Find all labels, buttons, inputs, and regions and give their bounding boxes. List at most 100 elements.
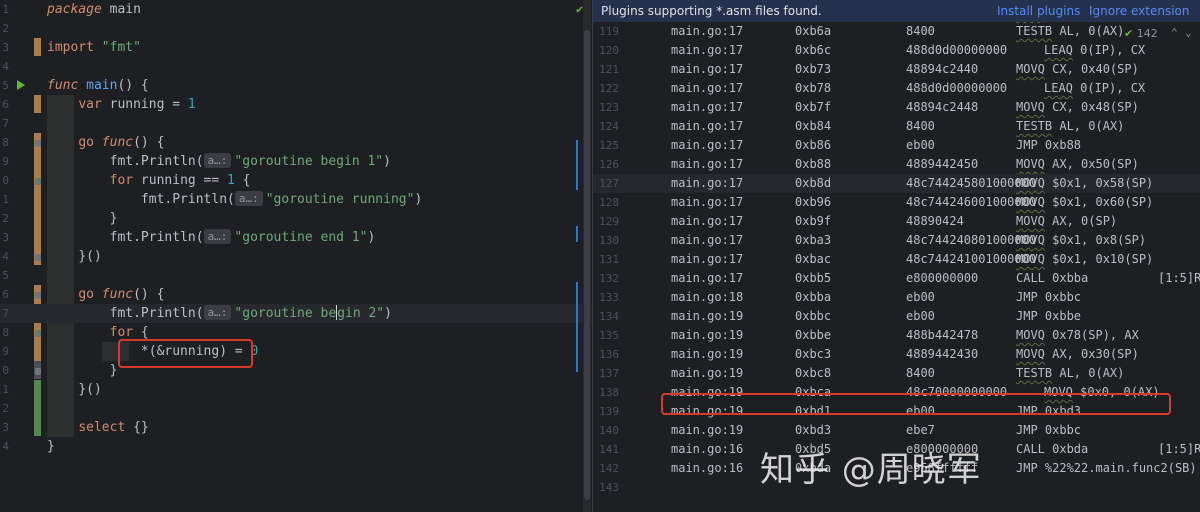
line-number[interactable]: 1	[0, 380, 9, 399]
line-number[interactable]: 120	[593, 41, 619, 60]
ignore-extension-link[interactable]: Ignore extension	[1089, 0, 1189, 22]
line-number[interactable]: 129	[593, 212, 619, 231]
go-editor-pane[interactable]: 1 package main 2 3 import "fmt" 4 5 func main()…	[0, 0, 592, 512]
code-line[interactable]: 4	[0, 57, 592, 76]
asm-row[interactable]: 127 main.go:17 0xb8d 48c744245801000000 MOVQ…	[593, 174, 1200, 193]
line-number[interactable]: 8	[0, 323, 9, 342]
line-number[interactable]: 125	[593, 136, 619, 155]
code-text[interactable]: go func() {	[47, 133, 164, 152]
editor-scrollbar[interactable]	[583, 0, 591, 512]
asm-row[interactable]: 129 main.go:17 0xb9f 48890424 MOVQ AX, 0(SP)	[593, 212, 1200, 231]
code-text[interactable]: }()	[47, 247, 101, 266]
inspection-count[interactable]: ✔ 142	[1124, 27, 1158, 40]
line-number[interactable]: 2	[0, 399, 9, 418]
code-text[interactable]: fmt.Println(a…: "goroutine running")	[47, 190, 422, 209]
code-text[interactable]: }	[47, 209, 118, 228]
asm-row[interactable]: 128 main.go:17 0xb96 48c744246001000000 MOVQ…	[593, 193, 1200, 212]
line-number[interactable]: 134	[593, 307, 619, 326]
line-number[interactable]: 138	[593, 383, 619, 402]
code-line[interactable]: 9 *(&running) = 0	[0, 342, 592, 361]
line-number[interactable]: 5	[0, 266, 9, 285]
line-number[interactable]: 137	[593, 364, 619, 383]
line-number[interactable]: 141	[593, 440, 619, 459]
asm-row[interactable]: 123 main.go:17 0xb7f 48894c2448 MOVQ CX, 0x4…	[593, 98, 1200, 117]
code-text[interactable]: package main	[47, 0, 141, 19]
code-line[interactable]: 5 func main() {	[0, 76, 592, 95]
line-number[interactable]: 128	[593, 193, 619, 212]
code-line[interactable]: 2	[0, 399, 592, 418]
code-text[interactable]: }	[47, 361, 118, 380]
line-number[interactable]: 9	[0, 152, 9, 171]
code-line[interactable]: 1 fmt.Println(a…: "goroutine running")	[0, 190, 592, 209]
code-line[interactable]: 3 import "fmt"	[0, 38, 592, 57]
line-number[interactable]: 122	[593, 79, 619, 98]
line-number[interactable]: 0	[0, 361, 9, 380]
code-line[interactable]: 5	[0, 266, 592, 285]
line-number[interactable]: 2	[0, 19, 9, 38]
code-text[interactable]: func main() {	[47, 76, 149, 95]
code-text[interactable]: fmt.Println(a…: "goroutine begin 1")	[47, 152, 391, 171]
code-line[interactable]: 9 fmt.Println(a…: "goroutine begin 1")	[0, 152, 592, 171]
code-text[interactable]: fmt.Println(a…: "goroutine end 1")	[47, 228, 375, 247]
asm-row[interactable]: 140 main.go:19 0xbd3 ebe7 JMP 0xbbc	[593, 421, 1200, 440]
asm-row[interactable]: 122 main.go:17 0xb78 488d0d00000000 LEAQ 0(I…	[593, 79, 1200, 98]
code-line[interactable]: 7 fmt.Println(a…: "goroutine begin 2")	[0, 304, 592, 323]
code-line[interactable]: 6 go func() {	[0, 285, 592, 304]
scrollbar-thumb[interactable]	[584, 30, 590, 500]
line-number[interactable]: 132	[593, 269, 619, 288]
line-number[interactable]: 5	[0, 76, 9, 95]
line-number[interactable]: 139	[593, 402, 619, 421]
asm-row[interactable]: 133 main.go:18 0xbba eb00 JMP 0xbbc	[593, 288, 1200, 307]
run-icon[interactable]	[17, 80, 25, 90]
line-number[interactable]: 124	[593, 117, 619, 136]
code-text[interactable]: fmt.Println(a…: "goroutine begin 2")	[47, 304, 392, 323]
asm-row[interactable]: 134 main.go:19 0xbbc eb00 JMP 0xbbe	[593, 307, 1200, 326]
code-line[interactable]: 4 }()	[0, 247, 592, 266]
line-number[interactable]: 126	[593, 155, 619, 174]
line-number[interactable]: 1	[0, 190, 9, 209]
asm-row[interactable]: 125 main.go:17 0xb86 eb00 JMP 0xb88	[593, 136, 1200, 155]
code-line[interactable]: 3 select {}	[0, 418, 592, 437]
code-line[interactable]: 6 var running = 1	[0, 95, 592, 114]
asm-row[interactable]: 130 main.go:17 0xba3 48c744240801000000 MOVQ…	[593, 231, 1200, 250]
line-number[interactable]: 133	[593, 288, 619, 307]
line-number[interactable]: 127	[593, 174, 619, 193]
line-number[interactable]: 135	[593, 326, 619, 345]
install-plugins-link[interactable]: Install plugins	[997, 0, 1080, 22]
code-text[interactable]: go func() {	[47, 285, 164, 304]
code-line[interactable]: 3 fmt.Println(a…: "goroutine end 1")	[0, 228, 592, 247]
asm-row[interactable]: 135 main.go:19 0xbbe 488b442478 MOVQ 0x78(SP…	[593, 326, 1200, 345]
line-number[interactable]: 136	[593, 345, 619, 364]
code-text[interactable]: for running == 1 {	[47, 171, 251, 190]
line-number[interactable]: 143	[593, 478, 619, 497]
code-line[interactable]: 2 }	[0, 209, 592, 228]
line-number[interactable]: 3	[0, 418, 9, 437]
code-line[interactable]: 1 package main	[0, 0, 592, 19]
asm-row[interactable]: 124 main.go:17 0xb84 8400 TESTB AL, 0(AX)	[593, 117, 1200, 136]
line-number[interactable]: 3	[0, 38, 9, 57]
line-number[interactable]: 130	[593, 231, 619, 250]
asm-row[interactable]: 126 main.go:17 0xb88 4889442450 MOVQ AX, 0x5…	[593, 155, 1200, 174]
line-number[interactable]: 131	[593, 250, 619, 269]
line-number[interactable]: 3	[0, 228, 9, 247]
chevron-up-icon[interactable]: ⌃	[1171, 26, 1178, 39]
line-number[interactable]: 2	[0, 209, 9, 228]
line-number[interactable]: 140	[593, 421, 619, 440]
line-number[interactable]: 123	[593, 98, 619, 117]
line-number[interactable]: 142	[593, 459, 619, 478]
line-number[interactable]: 0	[0, 171, 9, 190]
line-number[interactable]: 8	[0, 133, 9, 152]
code-line[interactable]: 7	[0, 114, 592, 133]
line-number[interactable]: 4	[0, 437, 9, 456]
code-text[interactable]: }()	[47, 380, 101, 399]
line-number[interactable]: 4	[0, 247, 9, 266]
asm-row[interactable]: 131 main.go:17 0xbac 48c744241001000000 MOVQ…	[593, 250, 1200, 269]
code-line[interactable]: 2	[0, 19, 592, 38]
code-text[interactable]: select {}	[47, 418, 148, 437]
code-line[interactable]: 1 }()	[0, 380, 592, 399]
line-number[interactable]: 4	[0, 57, 9, 76]
asm-row[interactable]: 121 main.go:17 0xb73 48894c2440 MOVQ CX, 0x4…	[593, 60, 1200, 79]
asm-row[interactable]: 132 main.go:17 0xbb5 e800000000 CALL 0xbba [1…	[593, 269, 1200, 288]
line-number[interactable]: 6	[0, 95, 9, 114]
code-line[interactable]: 8 go func() {	[0, 133, 592, 152]
